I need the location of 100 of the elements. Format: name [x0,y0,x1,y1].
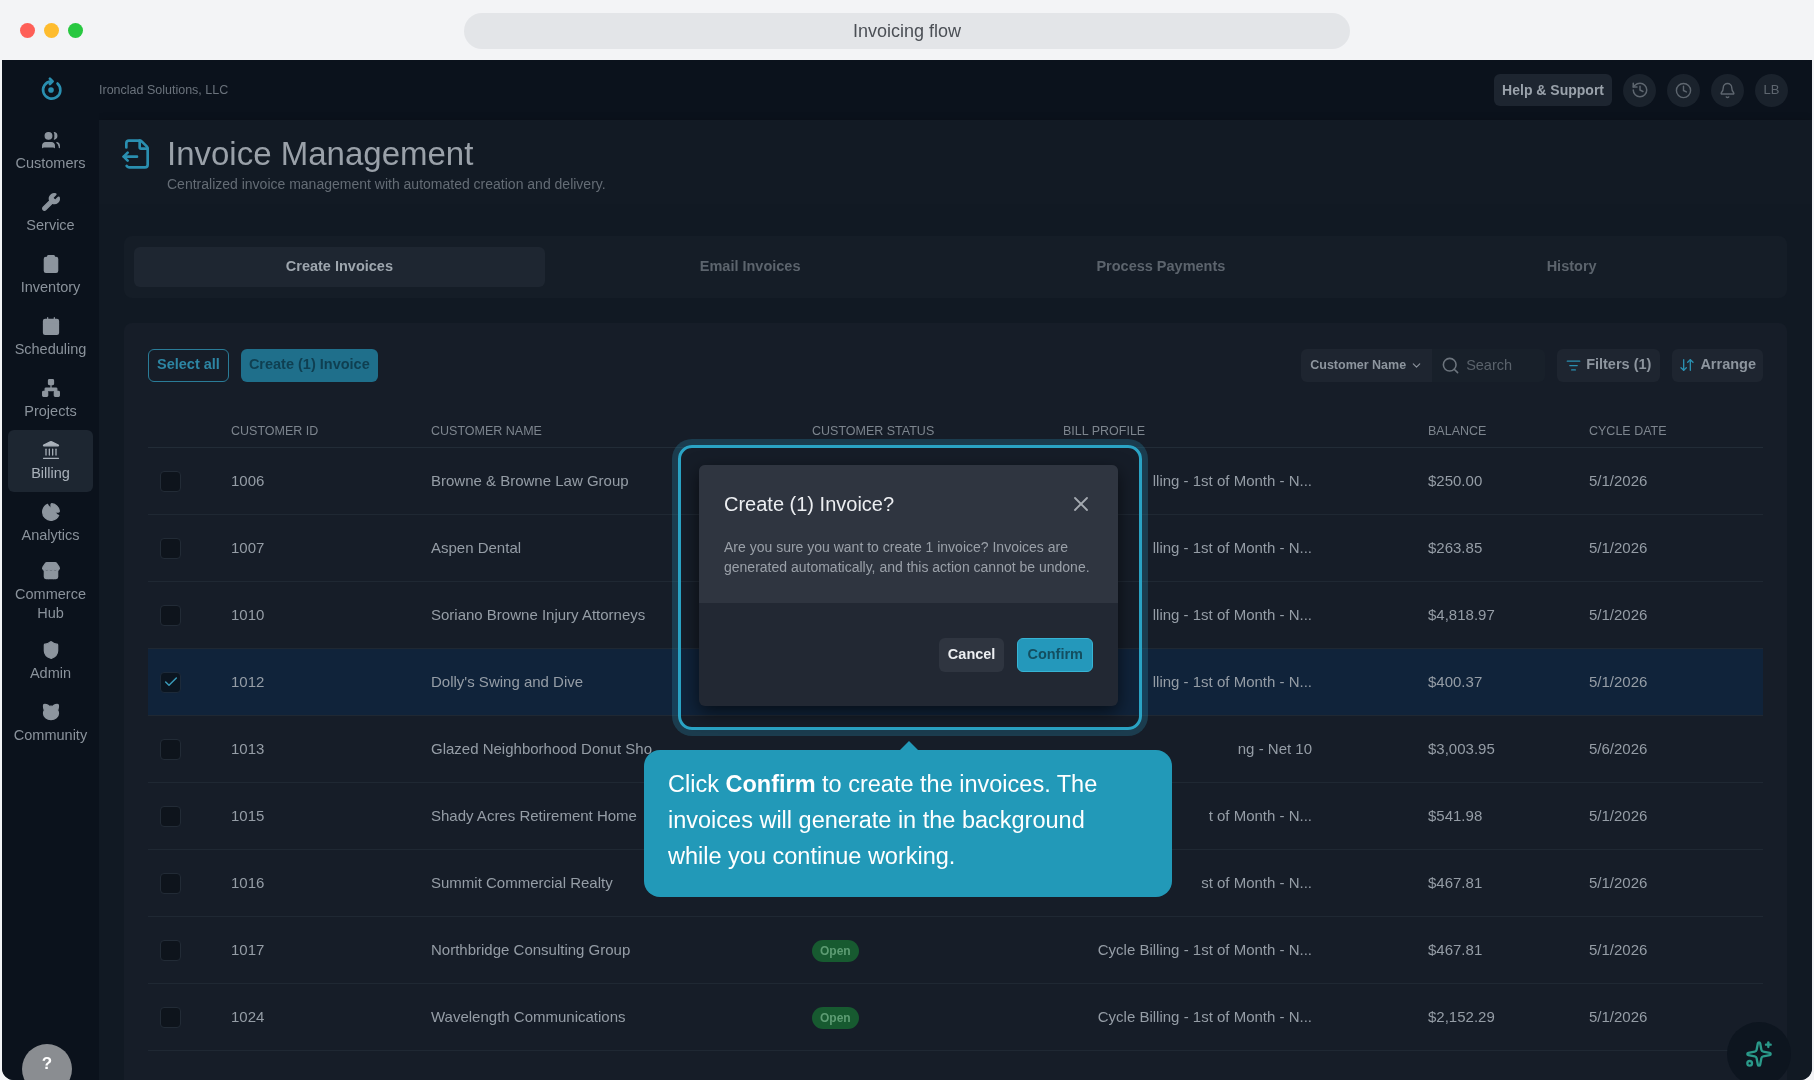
help-support-button[interactable]: Help & Support [1494,74,1612,106]
row-checkbox[interactable] [160,939,181,961]
bill-profile-cell-text: lling - 1st of Month - N... [1152,537,1312,558]
row-checkbox[interactable] [160,470,181,492]
customer-name-cell-text: Browne & Browne Law Group [431,470,629,491]
sidebar-label: Service [25,215,76,235]
bill-profile-cell-text: Cycle Billing - 1st of Month - N... [1097,1006,1312,1027]
cycle-date-cell-text: 5/6/2026 [1589,738,1649,759]
customer-id-cell-text: 1015 [231,805,266,826]
customer-id-cell-text: 1024 [231,1006,266,1027]
wrench-icon [40,191,61,212]
sidebar-item[interactable]: Projects [8,368,93,430]
bell-icon [1719,81,1736,99]
cycle-date-cell-text: 5/1/2026 [1589,872,1649,893]
sidebar-label: Projects [23,401,78,421]
sidebar-item[interactable]: Billing [8,430,93,492]
column-header: CUSTOMER STATUS [812,422,936,440]
sidebar-label: Community [12,725,89,745]
customer-id-cell-text: 1013 [231,738,266,759]
sidebar-item[interactable]: Community [8,692,93,754]
filters-button[interactable]: Filters (1) [1557,348,1661,382]
select-all-button[interactable]: Select all [148,348,229,382]
cycle-date-cell-text: 5/1/2026 [1589,939,1649,960]
customer-id-cell-text: 1012 [231,671,266,692]
pie-chart-icon [40,501,61,522]
customer-name-cell-text: Shady Acres Retirement Home [431,805,637,826]
bill-profile-cell-text: t of Month - N... [1208,805,1312,826]
cycle-date-cell-text: 5/1/2026 [1589,604,1649,625]
customer-id-cell-text: 1006 [231,470,266,491]
sidebar-item[interactable]: Analytics [8,492,93,554]
row-checkbox[interactable] [160,738,181,760]
filter-icon [1566,357,1582,373]
balance-cell-text: $250.00 [1428,470,1484,491]
bill-profile-cell-text: st of Month - N... [1201,872,1312,893]
sidebar-label: Customers [14,153,87,173]
calendar-icon [40,315,61,336]
customer-name-cell-text: Northbridge Consulting Group [431,939,631,960]
sparkle-icon [1745,1040,1773,1068]
sidebar-item[interactable]: Inventory [8,244,93,306]
minimize-window-icon[interactable] [44,22,59,38]
customer-id-cell-text: 1007 [231,537,266,558]
balance-cell-text: $263.85 [1428,537,1484,558]
column-header: CUSTOMER ID [231,422,320,440]
cycle-date-cell-text: 5/1/2026 [1589,537,1649,558]
close-window-icon[interactable] [20,22,35,38]
column-header: CUSTOMER NAME [431,422,543,440]
cycle-date-cell-text: 5/1/2026 [1589,1006,1649,1027]
bill-profile-cell-text: lling - 1st of Month - N... [1152,470,1312,491]
bank-icon [40,439,61,460]
company-name: Ironclad Solutions, LLC [99,81,229,99]
status-badge: Open [812,940,859,962]
notifications-button[interactable] [1711,73,1744,107]
timer-button[interactable] [1667,73,1700,107]
page-subtitle: Centralized invoice management with automated creation and delivery. [167,175,606,194]
customer-id-cell-text: 1017 [231,939,266,960]
bill-profile-cell-text: Cycle Billing - 1st of Month - N... [1097,939,1312,960]
address-bar[interactable]: Invoicing flow [464,13,1350,49]
balance-cell-text: $3,003.95 [1428,738,1496,759]
search-by-dropdown[interactable]: Customer Name [1301,348,1433,382]
bill-profile-cell-text: ng - Net 10 [1237,738,1312,759]
cancel-button[interactable]: Cancel [938,637,1005,672]
sidebar-label: Scheduling [13,339,88,359]
tab[interactable]: Create Invoices [134,247,545,287]
column-header: CYCLE DATE [1589,422,1668,440]
bill-profile-cell-text: lling - 1st of Month - N... [1152,604,1312,625]
customer-name-cell-text: Soriano Browne Injury Attorneys [431,604,646,625]
sidebar-item[interactable]: Customers [8,120,93,182]
balance-cell-text: $541.98 [1428,805,1484,826]
balance-cell-text: $400.37 [1428,671,1484,692]
row-checkbox[interactable] [160,604,181,626]
status-badge: Open [812,1007,859,1029]
balance-cell-text: $467.81 [1428,872,1484,893]
clock-icon [1675,81,1692,99]
customer-id-cell-text: 1016 [231,872,266,893]
row-checkbox[interactable] [160,1006,181,1028]
sort-icon [1679,357,1696,373]
history-icon [1630,81,1649,99]
arrange-button[interactable]: Arrange [1672,348,1763,382]
page-title: Invoice Management [167,134,475,174]
customer-name-cell-text: Summit Commercial Realty [431,872,613,893]
sidebar-item[interactable]: Commerce Hub [8,554,93,630]
sidebar-item[interactable]: Admin [8,630,93,692]
customer-name-cell-text: Dolly's Swing and Dive [431,671,584,692]
sidebar-item[interactable]: Service [8,182,93,244]
row-checkbox[interactable] [160,872,181,894]
sidebar-label: Billing [30,463,71,483]
maximize-window-icon[interactable] [68,22,83,38]
help-button[interactable]: ? [22,1044,72,1080]
cat-icon [40,701,61,722]
sidebar-label: Commerce Hub [14,585,87,623]
cycle-date-cell-text: 5/1/2026 [1589,470,1649,491]
row-checkbox[interactable] [160,805,181,827]
customer-id-cell-text: 1010 [231,604,266,625]
row-checkbox[interactable] [160,537,181,559]
customer-name-cell-text: Aspen Dental [431,537,522,558]
row-checkbox[interactable] [160,671,181,693]
people-icon [40,129,61,150]
dialog-title: Create (1) Invoice? [724,492,895,517]
history-button[interactable] [1623,73,1656,107]
sidebar-item[interactable]: Scheduling [8,306,93,368]
